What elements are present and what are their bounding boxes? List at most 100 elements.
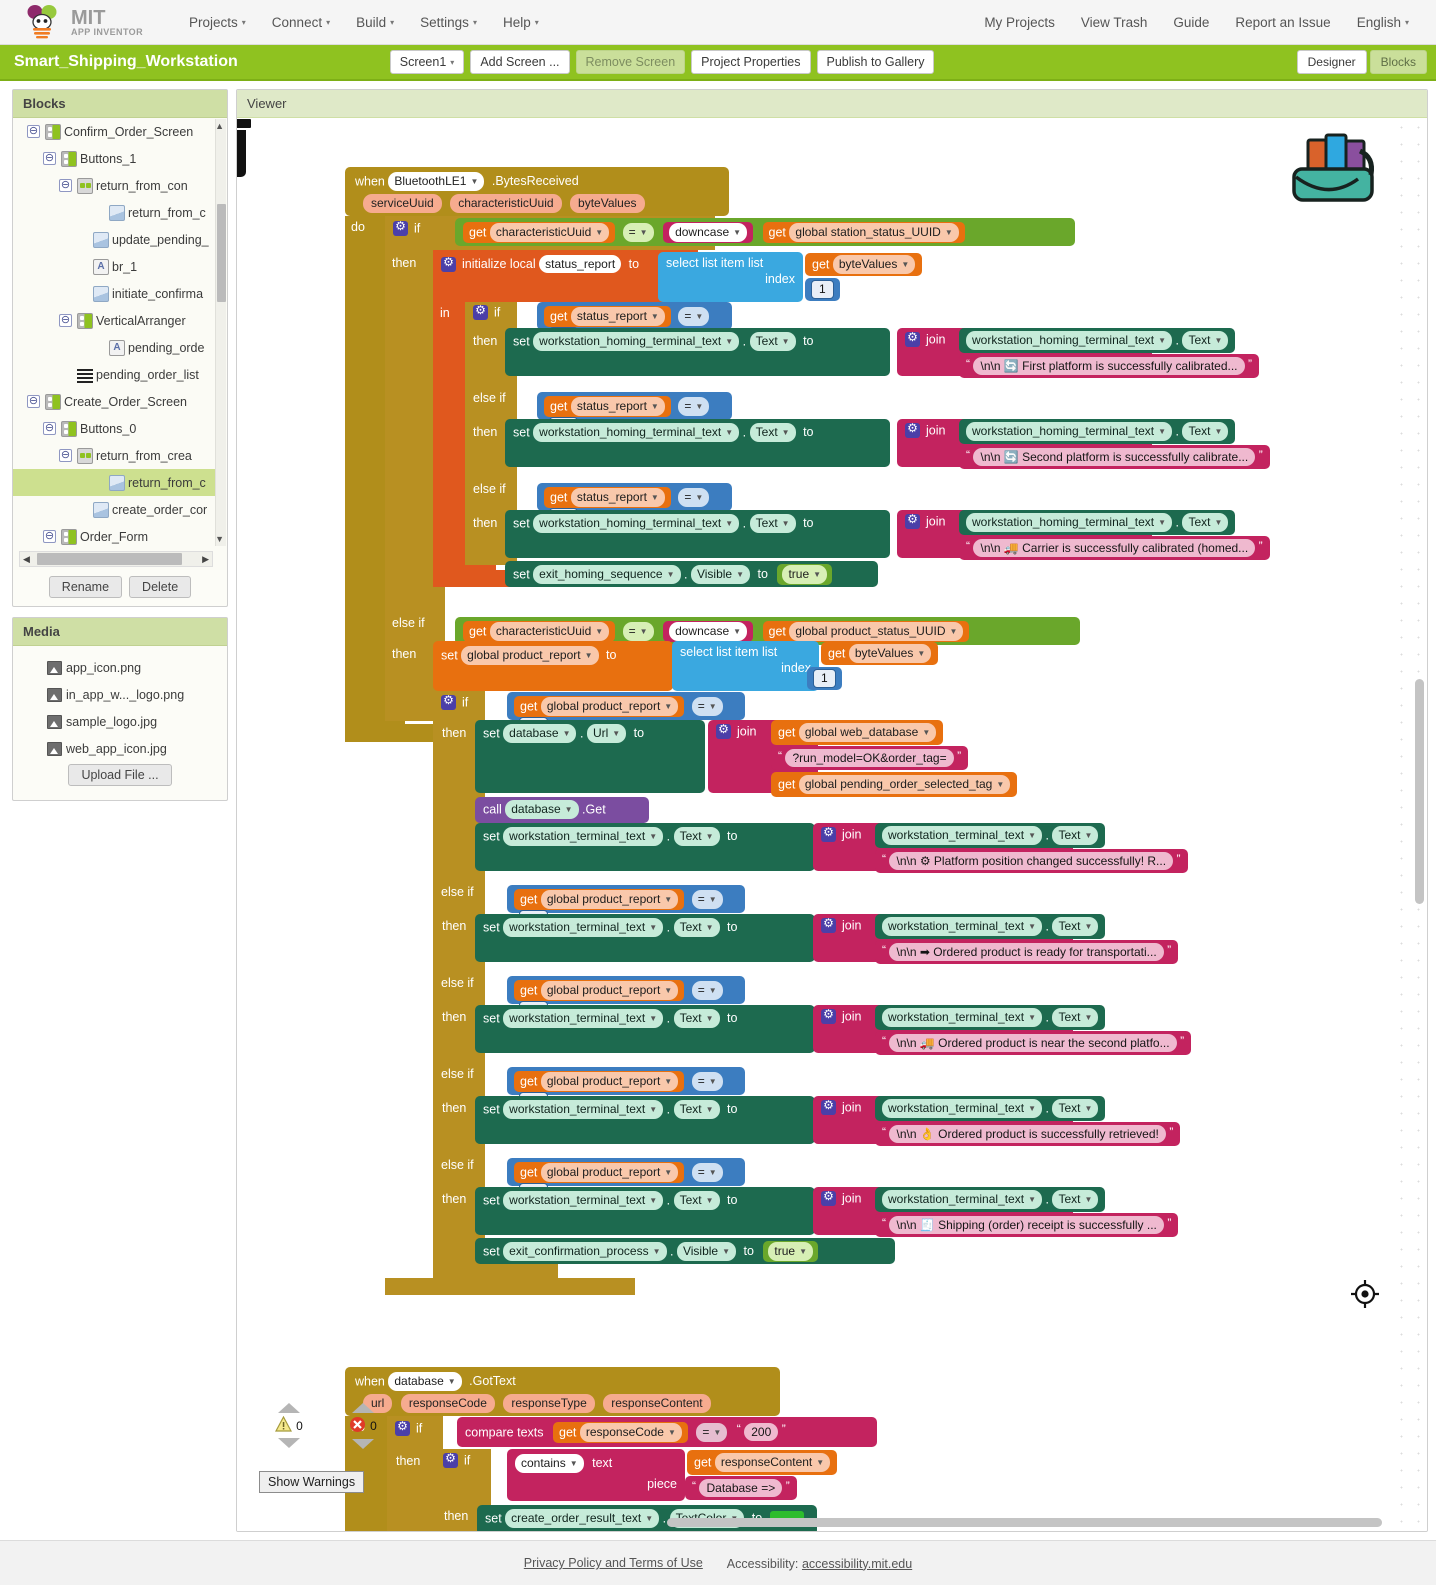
component-dropdown[interactable]: workstation_terminal_text ▼ — [882, 826, 1042, 845]
equals-operator-dropdown[interactable]: = ▼ — [691, 697, 723, 716]
block-get-homing-terminal-text-32[interactable]: workstation_homing_terminal_text ▼ . Text… — [959, 419, 1236, 444]
tree-item[interactable]: return_from_c — [13, 199, 215, 226]
block-text-database-prefix[interactable]: “ Database => ” — [685, 1476, 797, 1500]
project-properties-button[interactable]: Project Properties — [691, 49, 811, 75]
property-dropdown[interactable]: Text ▼ — [673, 918, 720, 937]
tree-toggle-icon[interactable]: ⊖ — [43, 530, 56, 543]
equals-operator-dropdown[interactable]: = ▼ — [691, 1072, 723, 1091]
add-screen-button[interactable]: Add Screen ... — [470, 49, 570, 75]
block-get-global-product-report[interactable]: get global product_report ▼ — [514, 696, 685, 717]
text-string-value[interactable]: \n\n 👌 Ordered product is successfully r… — [889, 1125, 1166, 1143]
menu-connect[interactable]: Connect ▾ — [259, 11, 343, 34]
property-dropdown[interactable]: Text ▼ — [749, 423, 796, 442]
block-text-string-33[interactable]: “ \n\n 🚚 Carrier is successfully calibra… — [959, 536, 1270, 560]
block-compare-status-32[interactable]: get status_report▼ =▼ 32 — [537, 392, 732, 436]
block-set-exit-confirmation-visible[interactable]: set exit_confirmation_process ▼ . Visible… — [475, 1238, 895, 1264]
tree-item[interactable]: ⊖ Buttons_1 — [13, 145, 215, 172]
menu-language[interactable]: English ▾ — [1344, 11, 1422, 34]
block-text-string-24[interactable]: “ \n\n 🧾 Shipping (order) receipt is suc… — [875, 1213, 1179, 1237]
number-value[interactable]: 1 — [813, 669, 836, 688]
downcase-dropdown[interactable]: downcase ▼ — [669, 622, 748, 641]
rename-button[interactable]: Rename — [48, 576, 123, 598]
upload-file-button[interactable]: Upload File ... — [68, 764, 172, 786]
equals-operator-dropdown[interactable]: = ▼ — [691, 890, 723, 909]
component-dropdown[interactable]: database ▼ — [505, 800, 579, 819]
tree-item[interactable]: ⊖ Buttons_0 — [13, 415, 215, 442]
show-warnings-button[interactable]: Show Warnings — [259, 1471, 365, 1493]
block-get-homing-terminal-text-33[interactable]: workstation_homing_terminal_text ▼ . Text… — [959, 510, 1236, 535]
tree-toggle-icon[interactable]: ⊖ — [43, 422, 56, 435]
component-dropdown[interactable]: workstation_terminal_text ▼ — [503, 1009, 664, 1028]
block-get-status-report[interactable]: get status_report ▼ — [544, 396, 671, 417]
equals-operator-dropdown[interactable]: = ▼ — [678, 307, 710, 326]
component-dropdown[interactable]: workstation_terminal_text ▼ — [503, 1191, 664, 1210]
block-set-database-url[interactable]: set database ▼ . Url ▼ to — [475, 720, 705, 793]
local-var-name-field[interactable]: status_report — [539, 255, 622, 273]
property-dropdown[interactable]: Text ▼ — [1182, 422, 1229, 441]
block-get-terminal-text-22[interactable]: workstation_terminal_text ▼ . Text ▼ — [875, 1005, 1106, 1030]
tree-toggle-icon[interactable]: ⊖ — [43, 152, 56, 165]
block-set-homing-terminal-33[interactable]: set workstation_homing_terminal_text ▼ . … — [505, 510, 890, 558]
block-compare-product-22[interactable]: get global product_report▼ =▼ 22 — [507, 976, 745, 1020]
variable-dropdown[interactable]: status_report ▼ — [570, 488, 665, 507]
equals-operator-dropdown[interactable]: = ▼ — [678, 397, 710, 416]
tree-toggle-icon[interactable]: ⊖ — [27, 125, 40, 138]
menu-guide[interactable]: Guide — [1160, 11, 1222, 34]
mutator-gear-icon[interactable] — [905, 421, 920, 439]
tree-scroll-thumb[interactable] — [217, 204, 226, 302]
variable-dropdown[interactable]: global product_report ▼ — [540, 1072, 679, 1091]
mutator-gear-icon[interactable] — [821, 1189, 836, 1207]
block-get-global-product-report[interactable]: get global product_report ▼ — [514, 1162, 685, 1183]
property-dropdown[interactable]: Visible ▼ — [690, 565, 751, 584]
variable-dropdown[interactable]: characteristicUuid ▼ — [489, 223, 610, 242]
block-get-responsecode[interactable]: get responseCode ▼ — [553, 1422, 688, 1443]
scroll-left-arrow-icon[interactable]: ◀ — [23, 554, 30, 565]
tree-item[interactable]: ⊖ return_from_con — [13, 172, 215, 199]
variable-dropdown[interactable]: characteristicUuid ▼ — [489, 622, 610, 641]
block-compare-product-23[interactable]: get global product_report▼ =▼ 23 — [507, 1067, 745, 1111]
mutator-gear-icon[interactable] — [821, 825, 836, 843]
mutator-gear-icon[interactable] — [905, 330, 920, 348]
variable-dropdown[interactable]: global station_status_UUID ▼ — [789, 223, 959, 242]
blocks-canvas[interactable]: when BluetoothLE1 ▼ .BytesReceived servic… — [237, 119, 1427, 1531]
center-blocks-icon[interactable] — [1349, 1278, 1381, 1313]
list-item[interactable]: in_app_w..._logo.png — [13, 681, 227, 708]
component-dropdown[interactable]: workstation_homing_terminal_text ▼ — [966, 331, 1173, 350]
block-downcase[interactable]: downcase ▼ — [663, 222, 754, 243]
block-text-string-21[interactable]: “ \n\n ➡ Ordered product is ready for tr… — [875, 940, 1179, 964]
tree-item[interactable]: ⊖ Create_Order_Screen — [13, 388, 215, 415]
mutator-gear-icon[interactable] — [821, 1098, 836, 1116]
tree-toggle-icon[interactable]: ⊖ — [59, 449, 72, 462]
block-text-string-22[interactable]: “ \n\n 🚚 Ordered product is near the sec… — [875, 1031, 1192, 1055]
variable-dropdown[interactable]: global product_report ▼ — [461, 646, 599, 665]
property-dropdown[interactable]: Text ▼ — [1052, 826, 1099, 845]
remove-screen-button[interactable]: Remove Screen — [575, 49, 686, 75]
block-text-string-20[interactable]: “ \n\n ⚙ Platform position changed succe… — [875, 849, 1188, 873]
block-get-global-product-report[interactable]: get global product_report ▼ — [514, 1071, 685, 1092]
text-string-value[interactable]: Database => — [699, 1479, 783, 1497]
block-contains-text[interactable]: contains ▼ text piece — [507, 1449, 685, 1501]
property-dropdown[interactable]: Text ▼ — [673, 827, 720, 846]
scroll-right-arrow-icon[interactable]: ▶ — [202, 554, 209, 565]
property-dropdown[interactable]: Text ▼ — [673, 1009, 720, 1028]
property-dropdown[interactable]: Text ▼ — [749, 514, 796, 533]
variable-dropdown[interactable]: global product_report ▼ — [540, 890, 679, 909]
variable-dropdown[interactable]: responseCode ▼ — [579, 1423, 682, 1442]
property-dropdown[interactable]: Url ▼ — [586, 724, 627, 743]
variable-dropdown[interactable]: byteValues ▼ — [832, 255, 916, 274]
variable-dropdown[interactable]: global product_status_UUID ▼ — [789, 622, 964, 641]
equals-operator-dropdown[interactable]: = ▼ — [691, 981, 723, 1000]
number-value[interactable]: 1 — [811, 280, 834, 299]
block-compare-uuid-station[interactable]: get characteristicUuid ▼ = ▼ downcase ▼ get… — [455, 218, 1075, 246]
block-get-bytevalues-1[interactable]: get byteValues ▼ — [805, 253, 923, 276]
component-dropdown[interactable]: workstation_terminal_text ▼ — [503, 827, 664, 846]
scroll-down-arrow-icon[interactable]: ▼ — [215, 534, 224, 544]
block-when-bluetoothle1-bytesreceived[interactable]: when BluetoothLE1 ▼ .BytesReceived servic… — [345, 167, 729, 216]
component-dropdown[interactable]: workstation_homing_terminal_text ▼ — [533, 514, 740, 533]
tree-toggle-icon[interactable]: ⊖ — [59, 179, 72, 192]
contains-dropdown[interactable]: contains ▼ — [515, 1454, 584, 1473]
text-string-value[interactable]: \n\n 🚚 Carrier is successfully calibrate… — [973, 539, 1256, 557]
equals-operator-dropdown[interactable]: = ▼ — [691, 1163, 723, 1182]
tree-toggle-icon[interactable]: ⊖ — [59, 314, 72, 327]
component-dropdown[interactable]: workstation_terminal_text ▼ — [882, 917, 1042, 936]
